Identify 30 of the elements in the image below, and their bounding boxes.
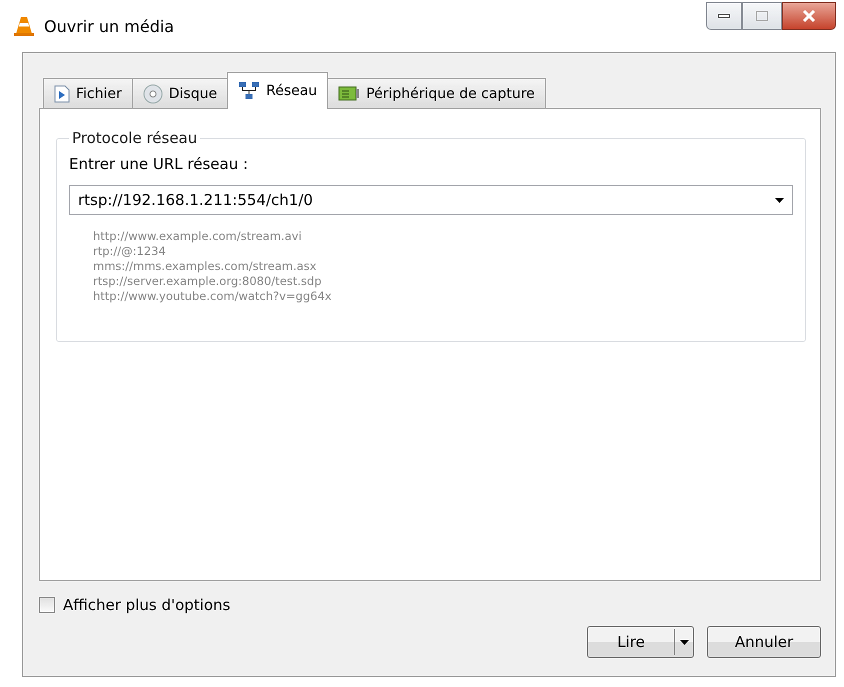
- maximize-icon: [756, 11, 768, 21]
- minimize-button[interactable]: [706, 2, 742, 30]
- example-url: http://www.youtube.com/watch?v=gg64x: [93, 289, 333, 304]
- tab[interactable]: Disque: [132, 78, 228, 108]
- minimize-icon: [718, 13, 730, 19]
- example-url: rtsp://server.example.org:8080/test.sdp: [93, 274, 323, 289]
- traffic-cone-icon: [14, 15, 34, 37]
- tab[interactable]: Réseau: [227, 72, 328, 109]
- close-button[interactable]: [782, 2, 836, 30]
- file-icon: [54, 84, 70, 102]
- cancel-button[interactable]: Annuler: [707, 626, 821, 658]
- capture-card-icon: [338, 84, 360, 102]
- example-url: http://www.example.com/stream.avi: [93, 229, 303, 244]
- checkbox[interactable]: [39, 597, 55, 613]
- checkbox-label: Afficher plus d'options: [63, 596, 230, 614]
- tab[interactable]: Périphérique de capture: [327, 78, 546, 108]
- caret-icon[interactable]: [680, 640, 688, 644]
- window-title: Ouvrir un média: [44, 16, 174, 36]
- example-url: mms://mms.examples.com/stream.asx: [93, 259, 318, 274]
- close-icon: [802, 10, 816, 22]
- url-field[interactable]: rtsp://192.168.1.211:554/ch1/0: [78, 191, 775, 209]
- play-split-button[interactable]: Lire: [587, 626, 694, 658]
- example-url: rtp://@:1234: [93, 244, 167, 259]
- url-combo-box[interactable]: rtsp://192.168.1.211:554/ch1/0: [69, 185, 793, 215]
- field-label: Entrer une URL réseau :: [69, 155, 250, 173]
- tab[interactable]: Fichier: [43, 78, 133, 108]
- group-title: Protocole réseau: [71, 129, 198, 147]
- dropdown-arrow-icon[interactable]: [775, 198, 784, 202]
- network-icon: [238, 81, 260, 101]
- disc-icon: [142, 84, 163, 104]
